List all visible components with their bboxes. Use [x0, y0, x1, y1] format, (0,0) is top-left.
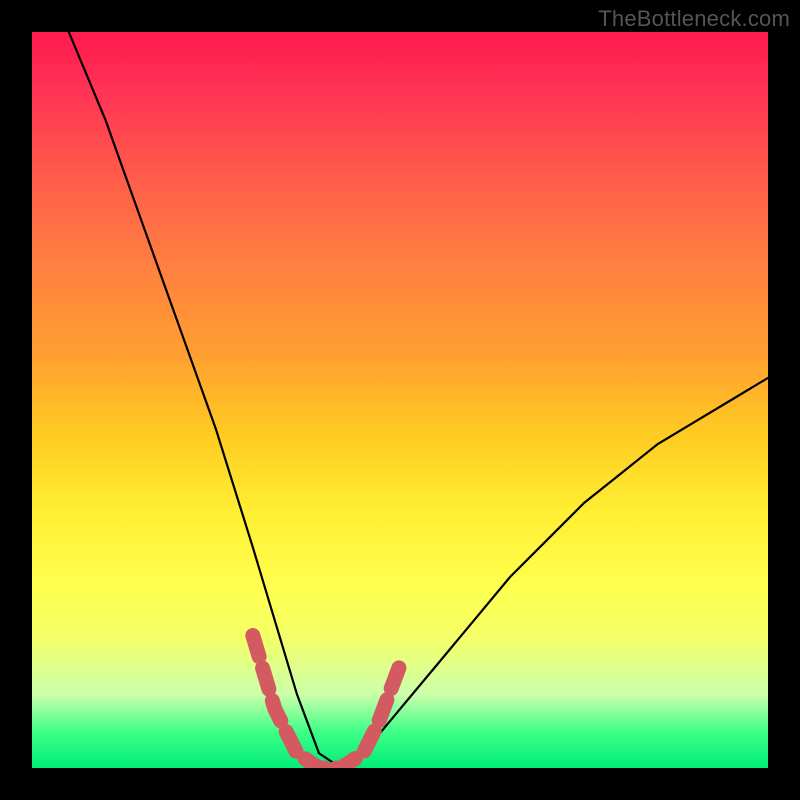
chart-svg [32, 32, 768, 768]
plot-gradient-background [32, 32, 768, 768]
bottom-highlight [253, 636, 400, 769]
watermark-text: TheBottleneck.com [598, 6, 790, 32]
bottleneck-curve [69, 32, 768, 768]
